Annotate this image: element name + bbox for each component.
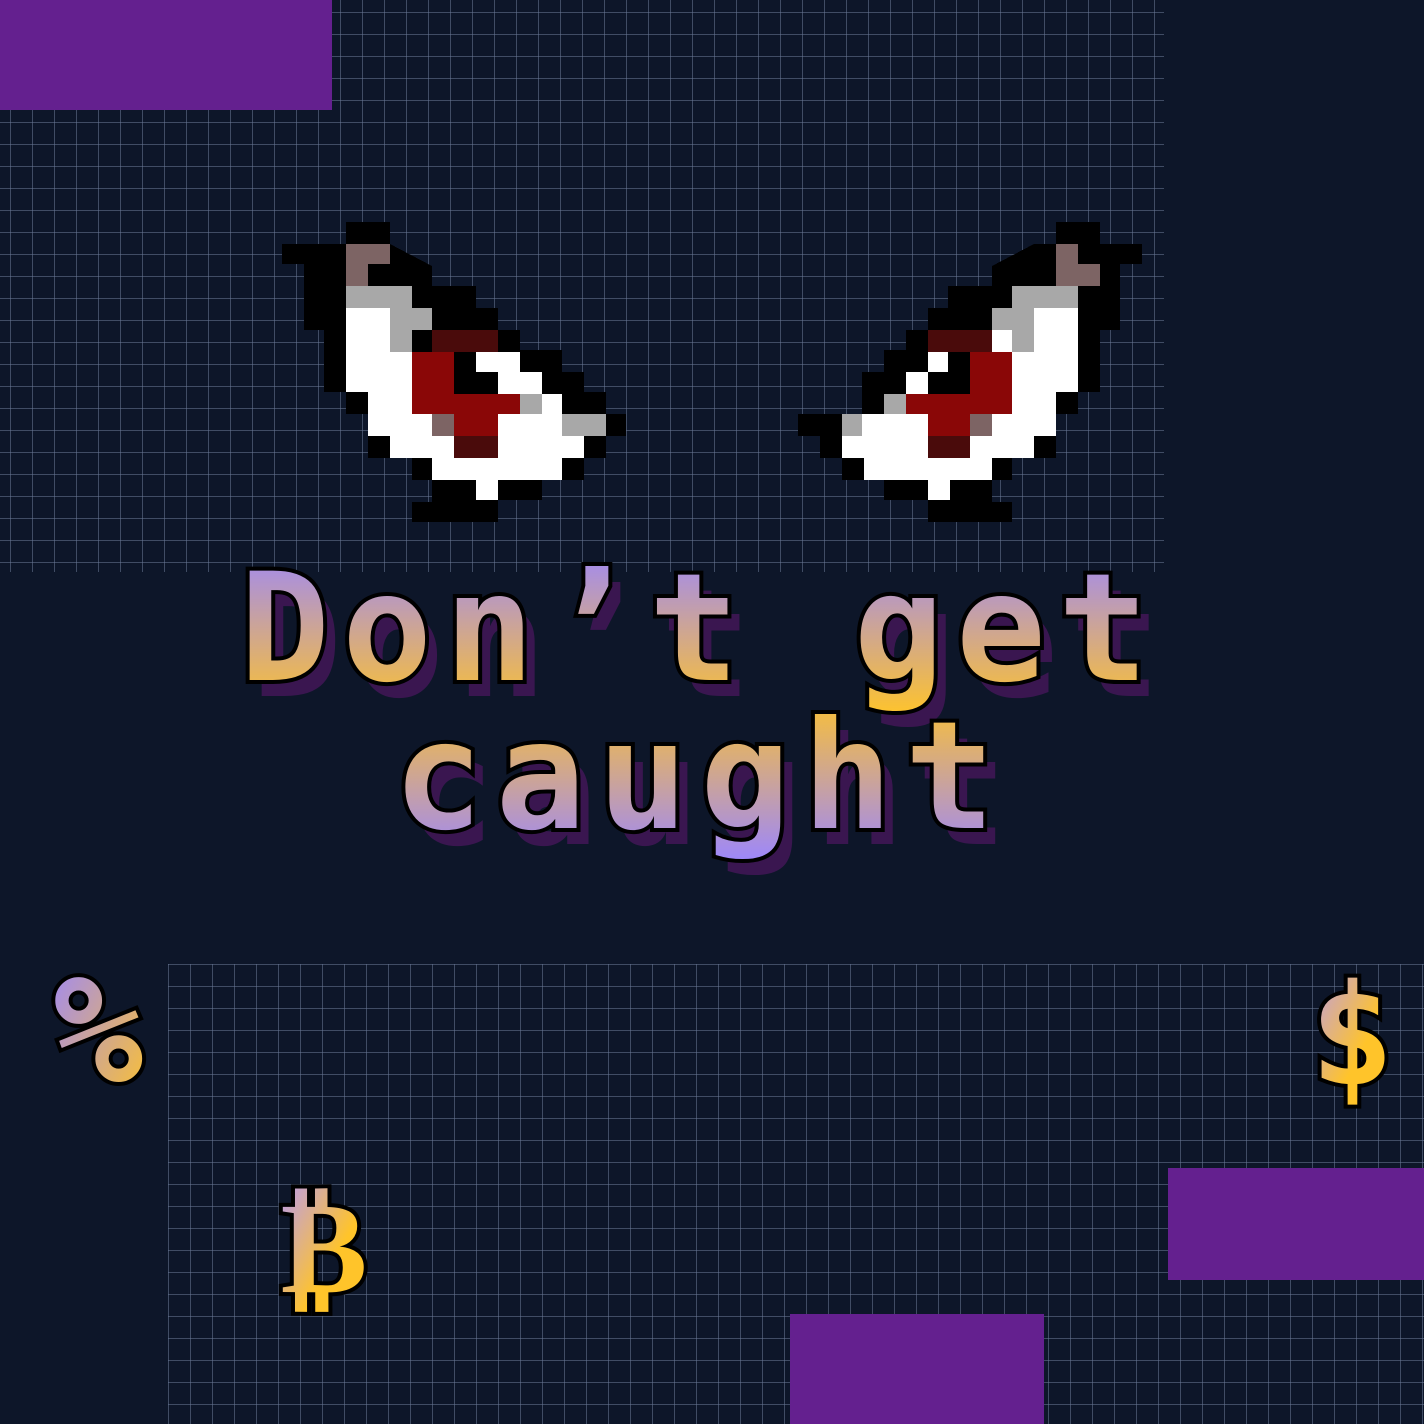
game-screen: Don’t get caught Don’t get caught % $ ₿ [0, 0, 1424, 1424]
title-line2: caught [393, 690, 1007, 864]
eye-right-icon [798, 222, 1142, 522]
percent-icon: % [53, 944, 143, 1118]
purple-block [1168, 1168, 1424, 1280]
title: Don’t get caught Don’t get caught [236, 538, 1161, 880]
angry-eyes [282, 222, 1142, 522]
purple-block [790, 1314, 1044, 1424]
eye-left-icon [282, 222, 626, 522]
